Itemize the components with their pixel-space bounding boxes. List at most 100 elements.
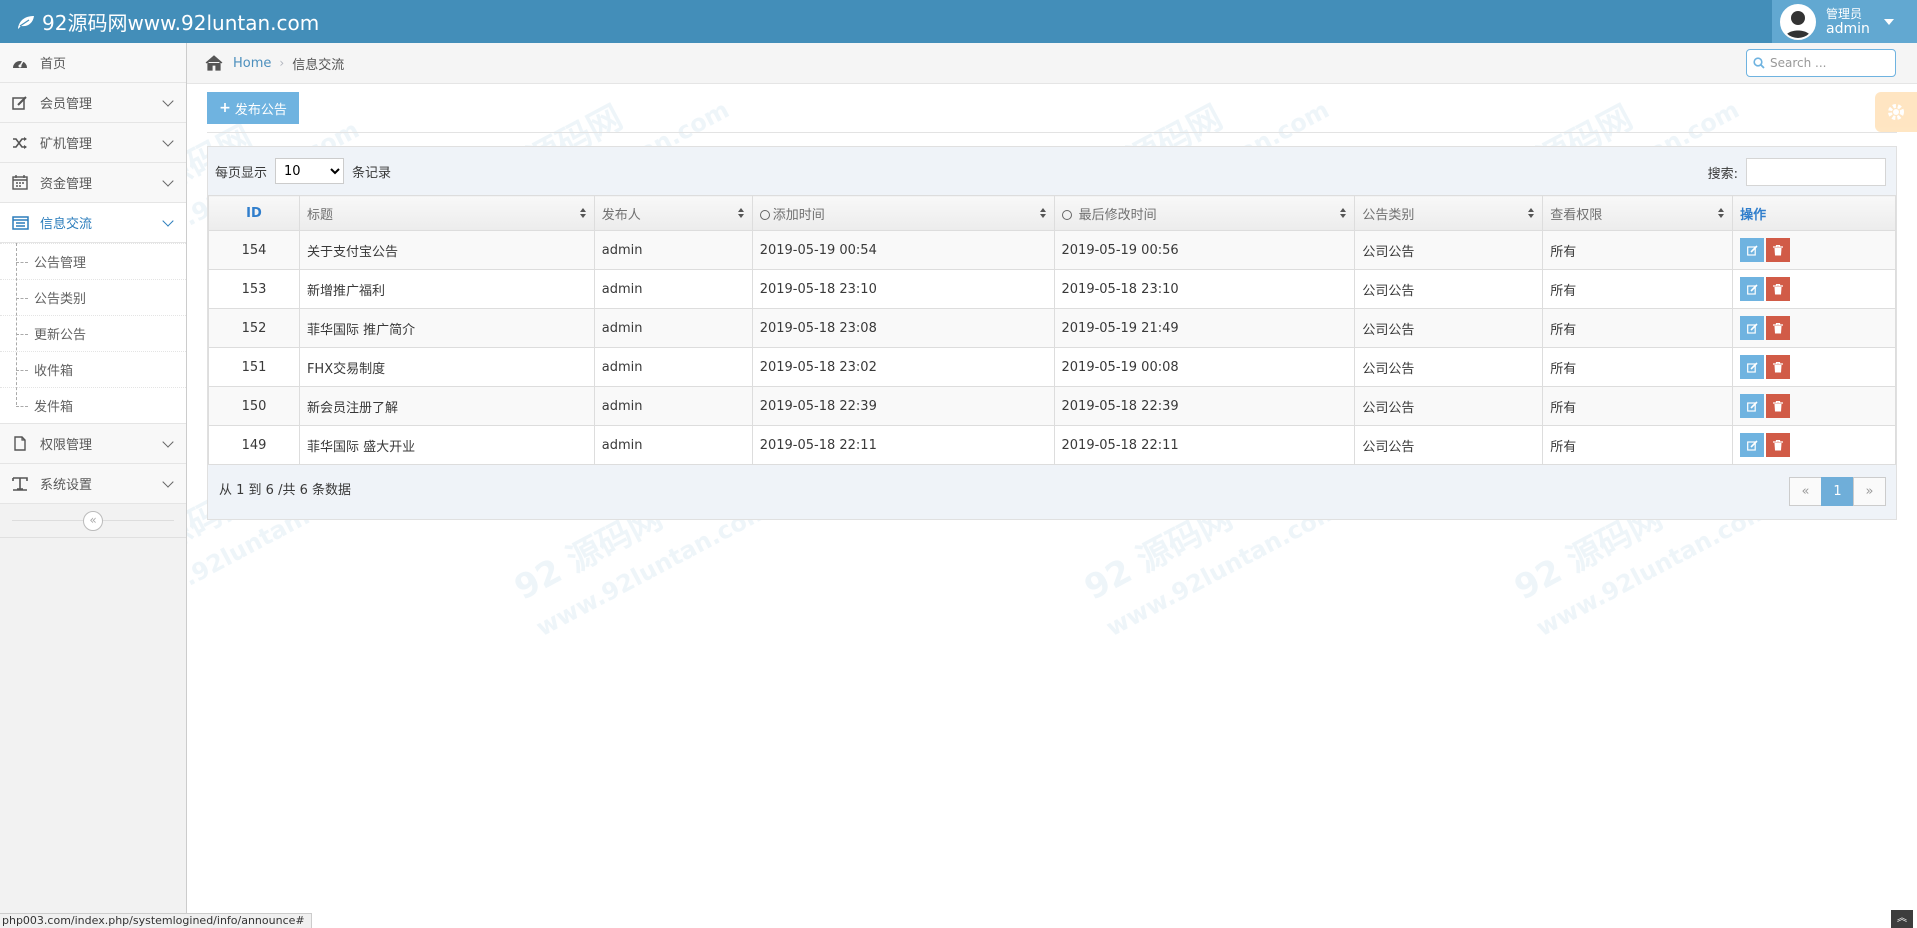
breadcrumb: Home › 信息交流 xyxy=(187,43,1917,84)
sidebar-item-permissions[interactable]: 权限管理 xyxy=(0,424,186,464)
pagination-prev[interactable]: « xyxy=(1789,477,1822,506)
cell-category: 公司公告 xyxy=(1354,308,1544,348)
cell-modified: 2019-05-18 22:11 xyxy=(1053,425,1356,465)
search-icon xyxy=(1753,57,1765,69)
sidebar-item-label: 系统设置 xyxy=(40,478,93,493)
column-header-id[interactable]: ID xyxy=(208,195,300,231)
cell-title: 菲华国际 盛大开业 xyxy=(298,425,595,465)
top-navbar: 92源码网www.92luntan.com 管理员 admin xyxy=(0,0,1917,43)
cell-created: 2019-05-18 23:08 xyxy=(751,308,1055,348)
delete-button[interactable] xyxy=(1766,316,1791,340)
edit-button[interactable] xyxy=(1740,238,1765,262)
text-icon xyxy=(10,476,30,492)
sidebar-item-members[interactable]: 会员管理 xyxy=(0,83,186,123)
submenu-item-updates[interactable]: 更新公告 xyxy=(0,315,186,351)
cell-id: 154 xyxy=(208,230,300,270)
edit-button[interactable] xyxy=(1740,394,1765,418)
cell-publisher: admin xyxy=(593,308,753,348)
random-icon xyxy=(10,135,30,151)
double-angle-left-icon[interactable]: « xyxy=(83,511,103,531)
sidebar-item-label: 会员管理 xyxy=(40,97,93,112)
pagination-page[interactable]: 1 xyxy=(1821,477,1854,506)
cell-publisher: admin xyxy=(593,347,753,387)
cell-id: 153 xyxy=(208,269,300,309)
cell-id: 151 xyxy=(208,347,300,387)
sidebar-item-home[interactable]: 首页 xyxy=(0,43,186,83)
submenu-item-announcements[interactable]: 公告管理 xyxy=(0,243,186,279)
edit-icon xyxy=(1746,361,1758,373)
breadcrumb-home-link[interactable]: Home xyxy=(233,56,271,71)
trash-icon xyxy=(1773,283,1784,294)
chevron-down-icon xyxy=(162,215,174,227)
brand[interactable]: 92源码网www.92luntan.com xyxy=(16,0,319,43)
chevron-down-icon xyxy=(162,135,174,147)
trash-icon xyxy=(1773,361,1784,372)
table-row: 151 FHX交易制度 admin 2019-05-18 23:02 2019-05-1… xyxy=(208,347,1896,387)
cell-publisher: admin xyxy=(593,425,753,465)
edit-icon xyxy=(1746,439,1758,451)
trash-icon xyxy=(1773,400,1784,411)
submenu-item-outbox[interactable]: 发件箱 xyxy=(0,387,186,423)
edit-button[interactable] xyxy=(1740,355,1765,379)
brand-text: 92源码网www.92luntan.com xyxy=(42,11,320,35)
table-row: 150 新会员注册了解 admin 2019-05-18 22:39 2019-05-1… xyxy=(208,386,1896,426)
cell-title: 关于支付宝公告 xyxy=(298,230,595,270)
sort-icon xyxy=(1039,208,1046,218)
cell-actions xyxy=(1732,347,1896,387)
sort-icon xyxy=(1718,208,1725,218)
column-header-publisher[interactable]: 发布人 xyxy=(593,195,753,231)
column-header-permission[interactable]: 查看权限 xyxy=(1542,195,1734,231)
sidebar: 首页 会员管理 矿机管理 资金管理 信息交流 公告管理 公告类别 更新公告 收件… xyxy=(0,43,187,928)
sidebar-item-system[interactable]: 系统设置 xyxy=(0,464,186,504)
edit-button[interactable] xyxy=(1740,433,1765,457)
sort-icon xyxy=(1340,208,1347,218)
delete-button[interactable] xyxy=(1766,433,1791,457)
column-header-title[interactable]: 标题 xyxy=(298,195,595,231)
sidebar-item-messages[interactable]: 信息交流 xyxy=(0,203,186,243)
column-header-category[interactable]: 公告类别 xyxy=(1354,195,1544,231)
calendar-icon xyxy=(10,175,30,191)
pagination: « 1 » xyxy=(1789,477,1886,506)
cell-permission: 所有 xyxy=(1542,269,1734,309)
delete-button[interactable] xyxy=(1766,238,1791,262)
table-search-input[interactable] xyxy=(1746,158,1886,186)
publish-announcement-button[interactable]: + 发布公告 xyxy=(207,92,299,124)
submenu-item-categories[interactable]: 公告类别 xyxy=(0,279,186,315)
cell-category: 公司公告 xyxy=(1354,347,1544,387)
cell-permission: 所有 xyxy=(1542,347,1734,387)
trash-icon xyxy=(1773,244,1784,255)
cell-permission: 所有 xyxy=(1542,230,1734,270)
page-length-select[interactable]: 10 xyxy=(275,158,345,184)
announcements-table: ID 标题 发布人 添加时间 最后修改时间 公告类别 查看权限 操作 154 关于… xyxy=(208,195,1896,465)
cell-modified: 2019-05-19 00:08 xyxy=(1053,347,1356,387)
user-info: 管理员 admin xyxy=(1826,7,1870,37)
edit-icon xyxy=(1746,322,1758,334)
delete-button[interactable] xyxy=(1766,394,1791,418)
submenu-item-inbox[interactable]: 收件箱 xyxy=(0,351,186,387)
user-avatar-icon xyxy=(1785,10,1811,38)
sidebar-item-label: 资金管理 xyxy=(40,177,93,192)
delete-button[interactable] xyxy=(1766,277,1791,301)
column-header-modified[interactable]: 最后修改时间 xyxy=(1053,195,1356,231)
pagination-next[interactable]: » xyxy=(1853,477,1886,506)
cell-created: 2019-05-18 22:39 xyxy=(751,386,1055,426)
user-menu[interactable]: 管理员 admin xyxy=(1772,0,1917,43)
leaf-icon xyxy=(18,15,34,29)
edit-button[interactable] xyxy=(1740,277,1765,301)
clock-icon xyxy=(1061,209,1072,220)
edit-button[interactable] xyxy=(1740,316,1765,340)
cell-permission: 所有 xyxy=(1542,425,1734,465)
delete-button[interactable] xyxy=(1766,355,1791,379)
column-header-created[interactable]: 添加时间 xyxy=(751,195,1055,231)
scroll-top-button[interactable]: ︽ xyxy=(1891,910,1913,928)
cell-title: 新增推广福利 xyxy=(298,269,595,309)
cell-created: 2019-05-18 23:02 xyxy=(751,347,1055,387)
sidebar-item-miners[interactable]: 矿机管理 xyxy=(0,123,186,163)
ace-settings-button[interactable] xyxy=(1875,92,1917,132)
cell-modified: 2019-05-19 00:56 xyxy=(1053,230,1356,270)
table-filter: 搜索: xyxy=(1708,158,1886,186)
sidebar-item-label: 权限管理 xyxy=(40,438,93,453)
search-input[interactable] xyxy=(1770,56,1890,70)
sidebar-item-funds[interactable]: 资金管理 xyxy=(0,163,186,203)
cell-modified: 2019-05-18 22:39 xyxy=(1053,386,1356,426)
